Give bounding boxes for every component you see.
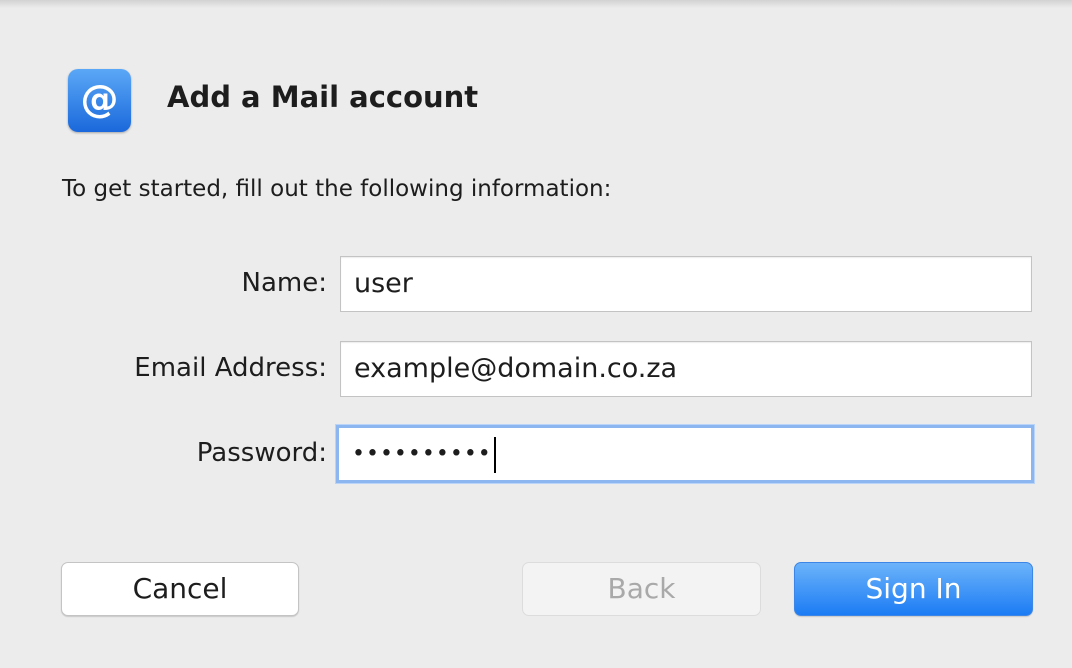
password-field-value: •••••••••• bbox=[352, 441, 492, 467]
text-caret bbox=[493, 436, 496, 473]
password-field[interactable]: •••••••••• bbox=[336, 425, 1034, 483]
email-label: Email Address: bbox=[134, 353, 327, 383]
at-sign-icon: @ bbox=[68, 69, 131, 132]
name-field[interactable]: user bbox=[340, 256, 1032, 312]
cancel-button[interactable]: Cancel bbox=[61, 562, 299, 616]
email-field-value: example@domain.co.za bbox=[354, 353, 678, 384]
email-field[interactable]: example@domain.co.za bbox=[340, 341, 1032, 397]
back-button[interactable]: Back bbox=[522, 562, 761, 616]
name-label: Name: bbox=[241, 268, 327, 298]
name-field-value: user bbox=[354, 268, 413, 299]
intro-text: To get started, fill out the following i… bbox=[62, 176, 612, 202]
dialog-title: Add a Mail account bbox=[167, 80, 479, 114]
window-edge-shadow bbox=[0, 0, 1072, 8]
add-mail-account-dialog: @ Add a Mail account To get started, fil… bbox=[0, 0, 1072, 668]
password-label: Password: bbox=[196, 438, 327, 468]
sign-in-button[interactable]: Sign In bbox=[794, 562, 1033, 616]
